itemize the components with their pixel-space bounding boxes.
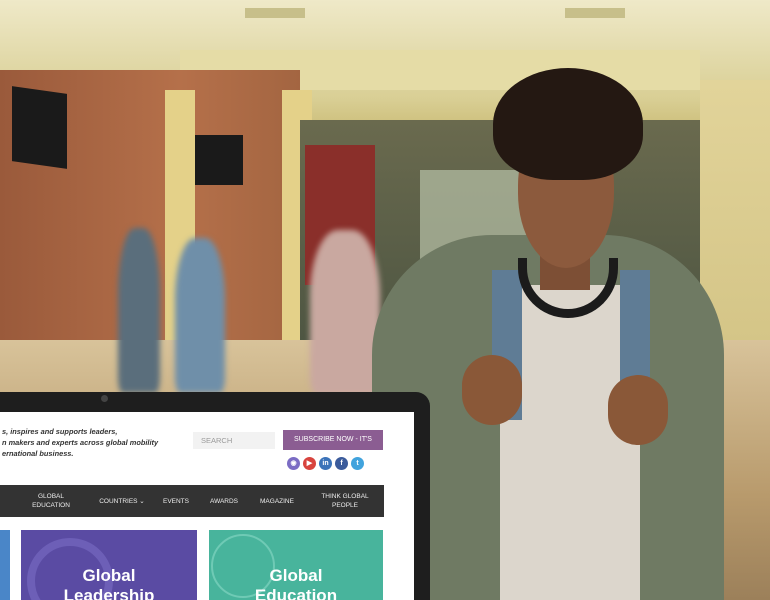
wall-speaker (12, 86, 67, 169)
student-hair (493, 68, 643, 180)
linkedin-icon[interactable]: in (319, 457, 332, 470)
laptop-screen: s, inspires and supports leaders, n make… (0, 412, 414, 600)
feature-card-leadership[interactable]: Global Leadership (21, 530, 197, 600)
nav-item-think-global-people[interactable]: THINK GLOBAL PEOPLE (316, 492, 374, 510)
youtube-icon[interactable]: ▶ (303, 457, 316, 470)
wall-speaker (195, 135, 243, 185)
nav-item-events[interactable]: EVENTS (158, 497, 194, 506)
feature-card-partial[interactable] (0, 530, 10, 600)
site-tagline: s, inspires and supports leaders, n make… (2, 427, 159, 458)
social-links: ◉ ▶ in f t (287, 457, 364, 470)
nav-item-magazine[interactable]: MAGAZINE (254, 497, 300, 506)
feature-cards: Global Leadership Global Education (0, 530, 414, 600)
main-nav: GLOBAL EDUCATION COUNTRIES ⌄ EVENTS AWAR… (0, 485, 384, 517)
laptop: s, inspires and supports leaders, n make… (0, 392, 430, 600)
feature-card-education[interactable]: Global Education (209, 530, 383, 600)
nav-item-global-education[interactable]: GLOBAL EDUCATION (24, 492, 78, 510)
instagram-icon[interactable]: ◉ (287, 457, 300, 470)
background-student (118, 228, 160, 393)
nav-item-countries[interactable]: COUNTRIES ⌄ (94, 497, 150, 506)
background-student (310, 230, 380, 395)
background-student (175, 238, 225, 393)
student-hand (462, 355, 522, 425)
facebook-icon[interactable]: f (335, 457, 348, 470)
twitter-icon[interactable]: t (351, 457, 364, 470)
webcam (101, 395, 108, 402)
search-input[interactable]: SEARCH (193, 432, 275, 449)
subscribe-button[interactable]: SUBSCRIBE NOW - IT'S FREE! (283, 430, 383, 463)
nav-item-awards[interactable]: AWARDS (204, 497, 244, 506)
student-hand (608, 375, 668, 445)
